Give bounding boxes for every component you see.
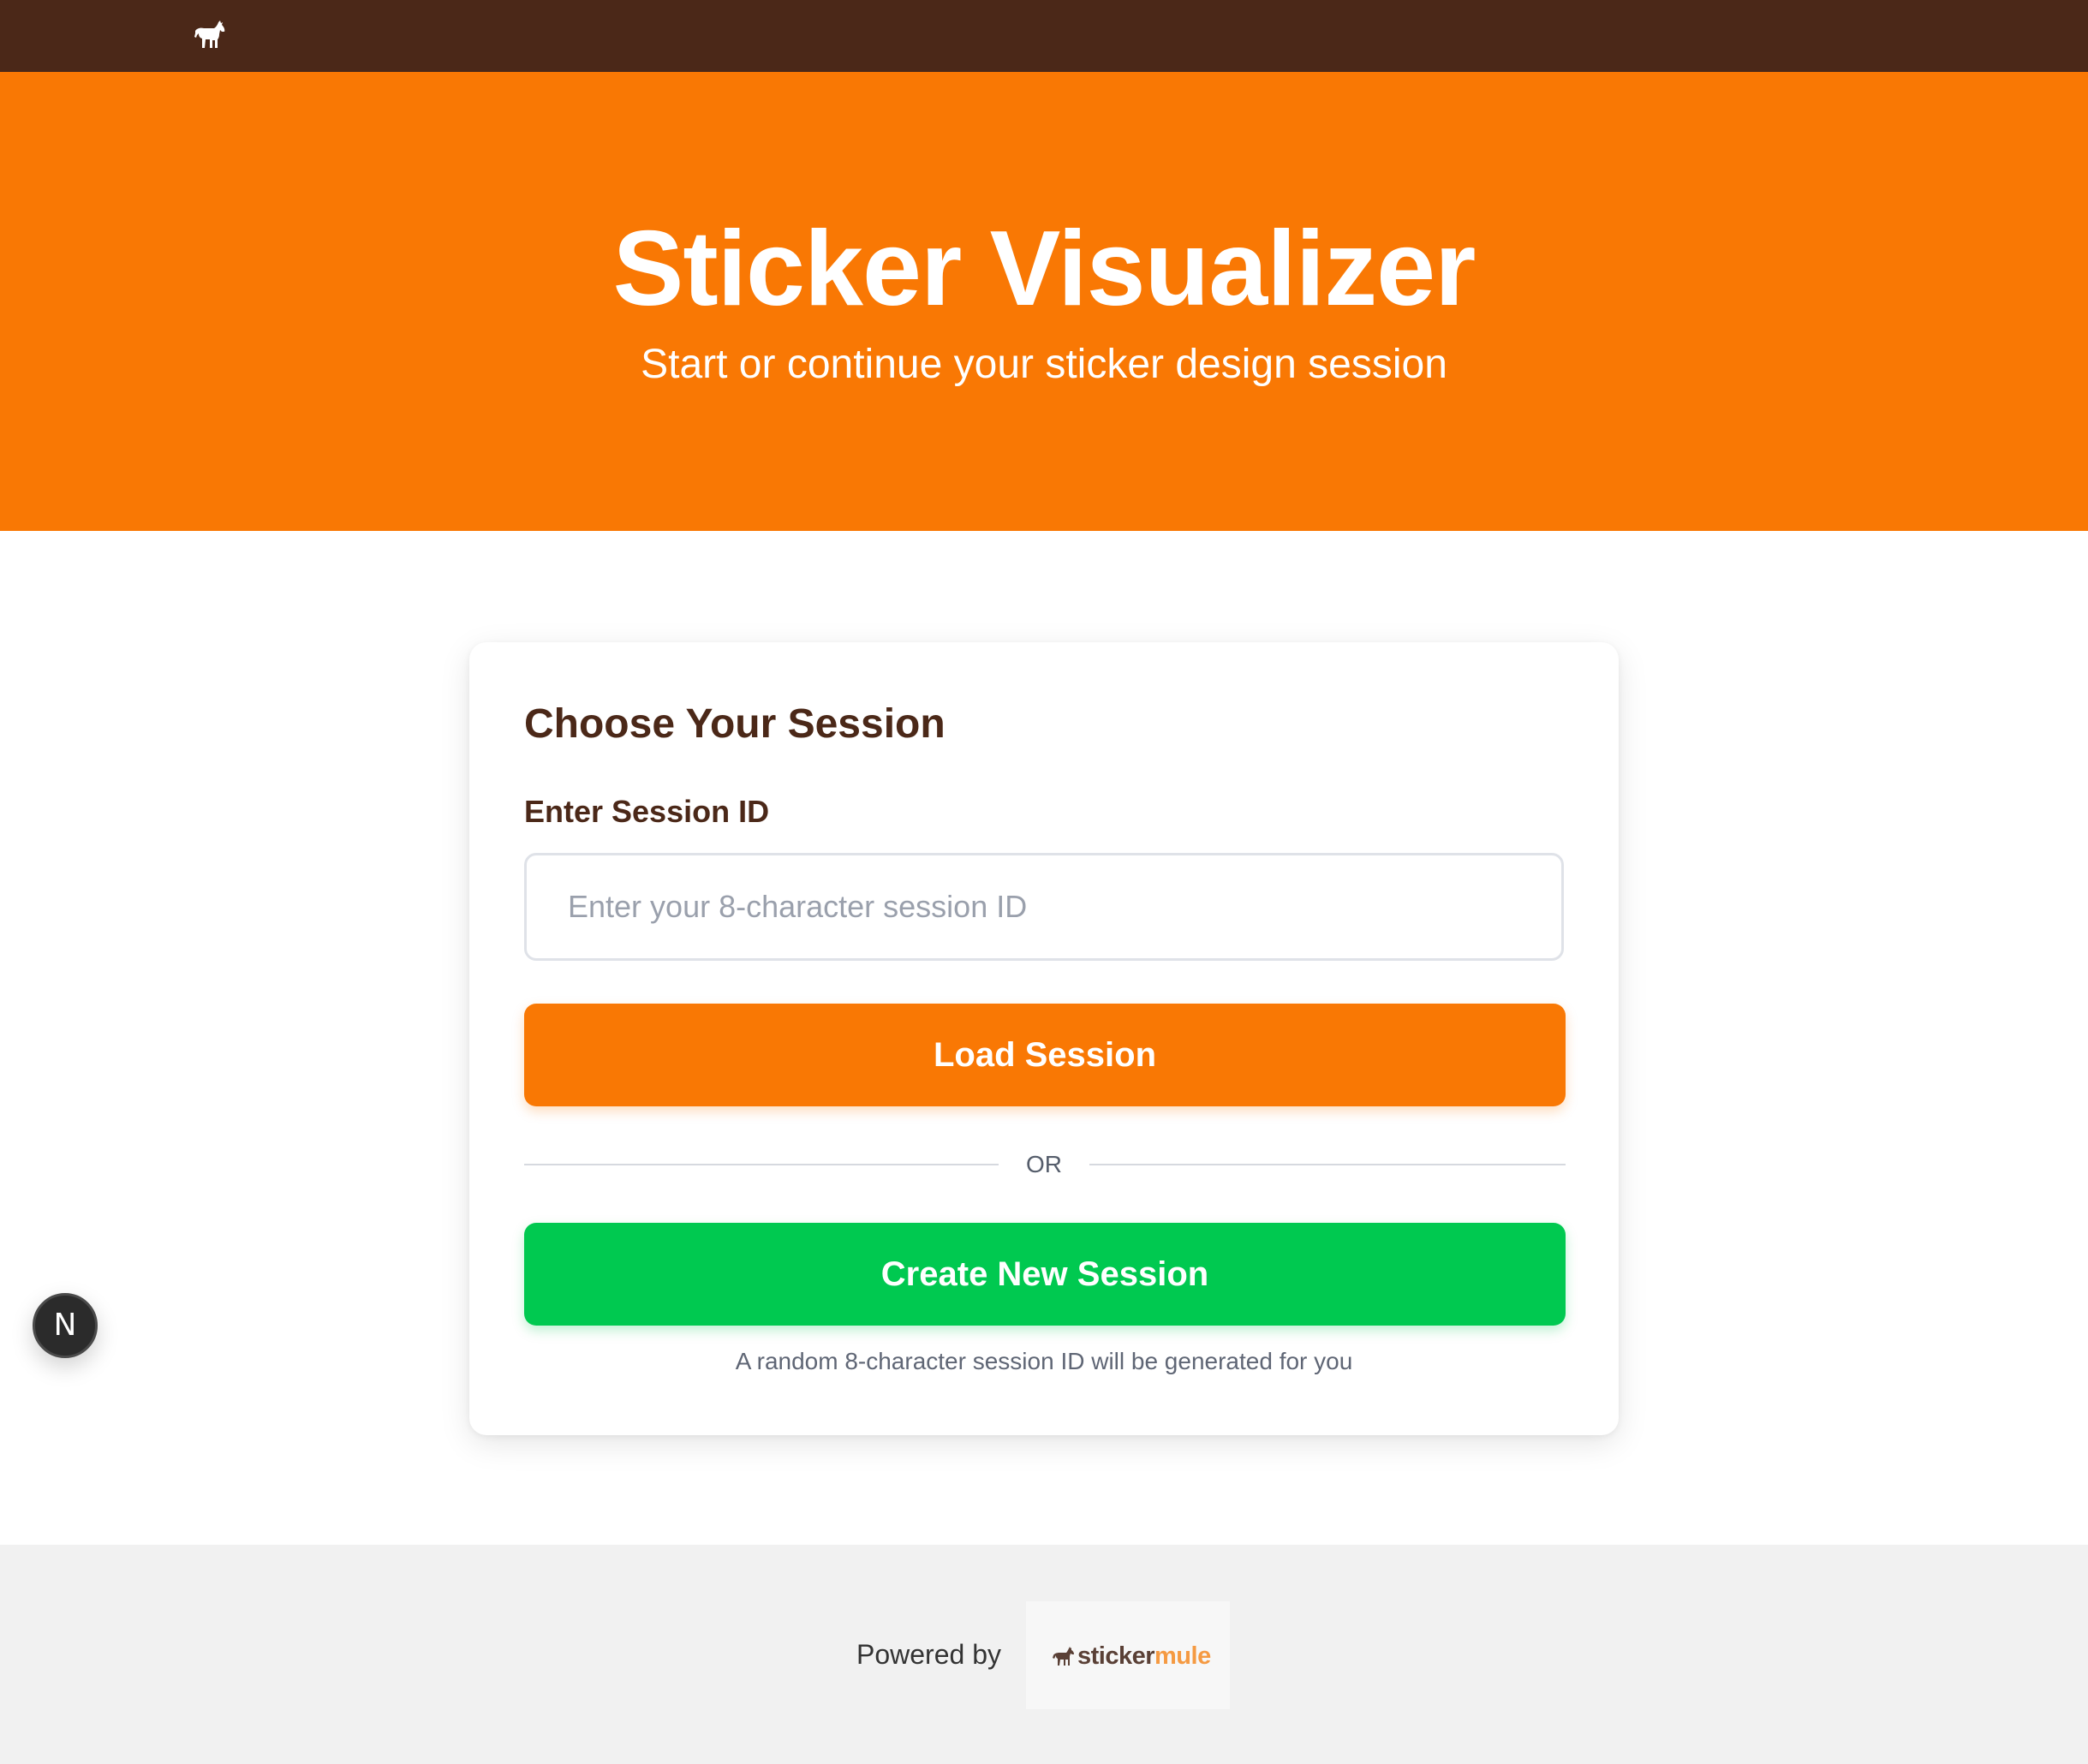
brand-name-part1: sticker <box>1077 1642 1155 1670</box>
mule-icon <box>1053 1647 1074 1666</box>
divider-line-right <box>1089 1164 1566 1165</box>
nextjs-icon: N <box>53 1308 77 1343</box>
top-nav-bar <box>0 0 2088 72</box>
page-title: Sticker Visualizer <box>612 210 1477 328</box>
load-session-button[interactable]: Load Session <box>524 1004 1566 1106</box>
card-title: Choose Your Session <box>524 701 946 747</box>
powered-by-text: Powered by <box>856 1639 1001 1670</box>
stickermule-logo: sticker mule <box>1052 1639 1211 1673</box>
helper-text: A random 8-character session ID will be … <box>735 1348 1353 1374</box>
session-card: Choose Your Session Enter Session ID Loa… <box>469 642 1619 1435</box>
create-session-button[interactable]: Create New Session <box>524 1223 1566 1326</box>
brand-name-part2: mule <box>1154 1642 1211 1670</box>
page-subtitle: Start or continue your sticker design se… <box>641 342 1447 387</box>
divider-line-left <box>524 1164 999 1165</box>
horse-icon[interactable] <box>192 17 230 55</box>
session-id-input[interactable] <box>524 853 1564 961</box>
nextjs-dev-indicator[interactable]: N <box>33 1293 98 1358</box>
footer: Powered by sticker mule <box>0 1545 2088 1764</box>
hero-banner: Sticker Visualizer Start or continue you… <box>0 72 2088 531</box>
session-id-label: Enter Session ID <box>524 794 770 829</box>
divider-or-text: OR <box>1026 1151 1062 1177</box>
stickermule-logo-link[interactable]: sticker mule <box>1026 1601 1230 1709</box>
